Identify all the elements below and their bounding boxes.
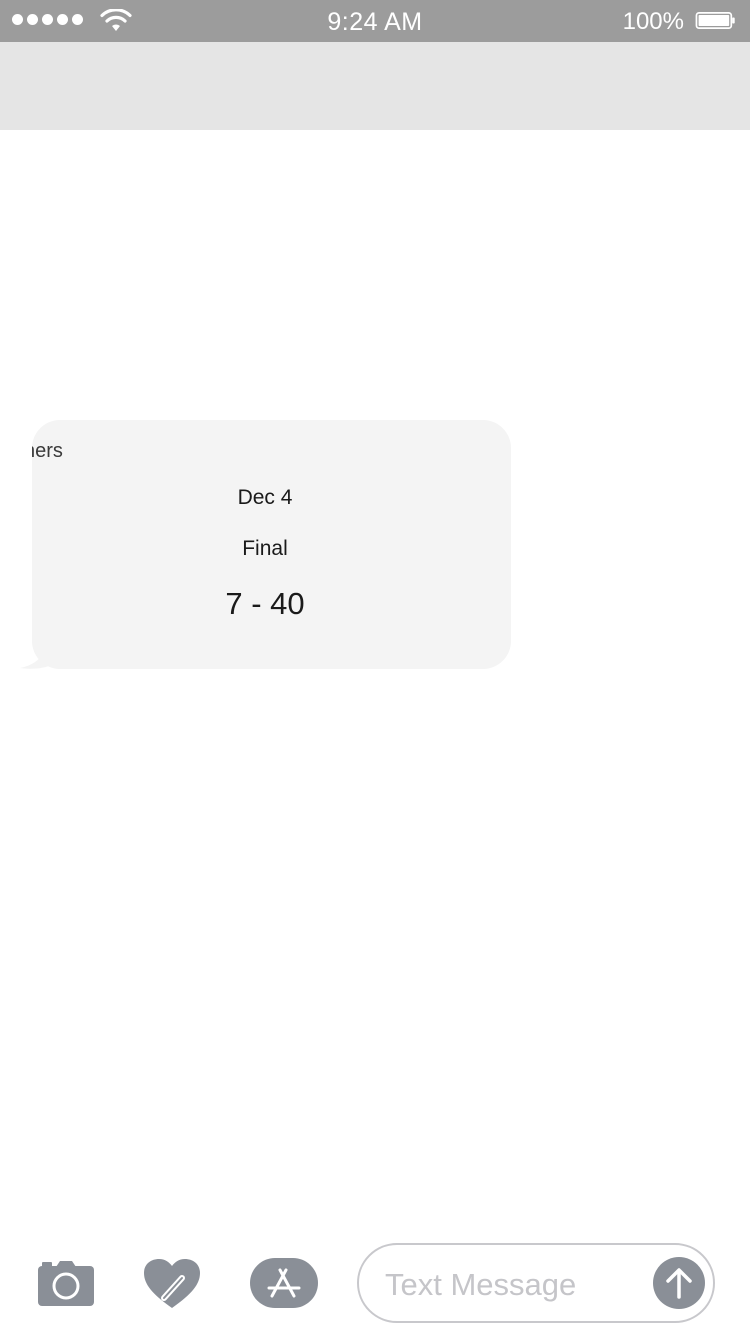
game-score-bubble[interactable]: ners Dec 4 Final 7 - 40 [32, 420, 511, 669]
team-name-fragment: ners [32, 440, 63, 462]
status-bar: 9:24 AM 100% [0, 0, 750, 42]
conversation-header [0, 42, 750, 130]
camera-icon[interactable] [36, 1258, 96, 1308]
game-status: Final [242, 537, 288, 560]
message-placeholder: Text Message [385, 1267, 577, 1302]
message-composer: Text Message [0, 1230, 750, 1334]
battery-percentage: 100% [622, 8, 684, 35]
digital-touch-heart-icon[interactable] [142, 1258, 202, 1310]
game-date: Dec 4 [237, 486, 293, 509]
message-input[interactable]: Text Message [357, 1243, 715, 1323]
send-button[interactable] [653, 1257, 705, 1309]
game-score: 7 - 40 [225, 586, 305, 621]
app-store-button[interactable] [250, 1258, 318, 1308]
send-arrow-icon [666, 1268, 692, 1299]
imessage-screen: 9:24 AM 100% ners Dec 4 Final 7 - 40 [0, 0, 750, 1334]
app-store-icon [267, 1268, 301, 1298]
battery-icon [695, 12, 735, 29]
